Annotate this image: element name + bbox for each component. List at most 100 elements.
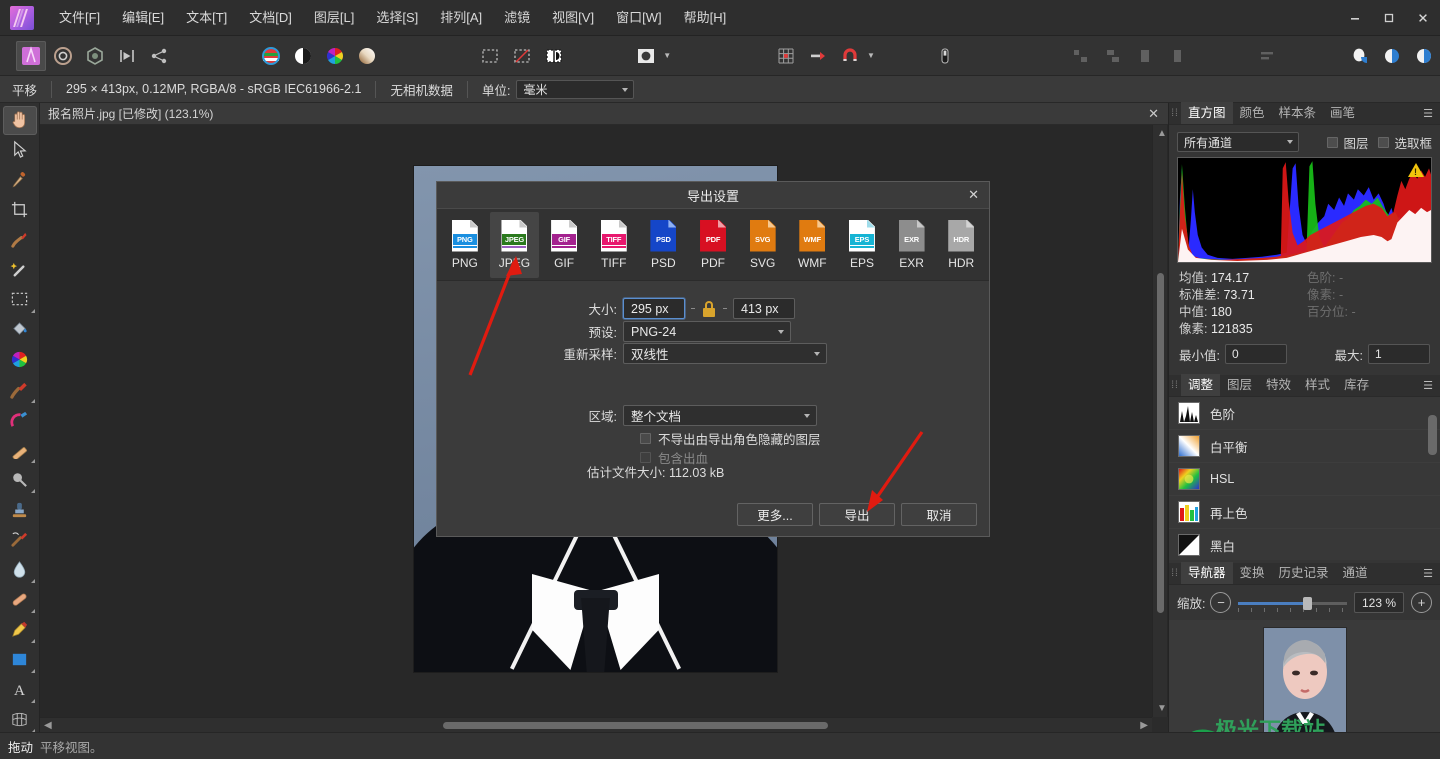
export-button[interactable]: 导出 bbox=[819, 503, 895, 526]
blend-a-icon[interactable] bbox=[1345, 41, 1375, 71]
document-tab-close-icon[interactable]: ✕ bbox=[1148, 106, 1159, 122]
panel-menu-icon[interactable]: ☰ bbox=[1423, 567, 1433, 580]
sidebar-tool-paint-brush[interactable] bbox=[3, 376, 37, 405]
zoom-value-field[interactable]: 123 % bbox=[1354, 592, 1404, 613]
adjustment-white-balance[interactable]: 白平衡 bbox=[1169, 430, 1440, 463]
align-center-icon[interactable] bbox=[1098, 41, 1128, 71]
close-button[interactable] bbox=[1406, 0, 1440, 36]
menu-file[interactable]: 文件[F] bbox=[48, 0, 111, 36]
tab-channels[interactable]: 通道 bbox=[1336, 562, 1375, 584]
photo-persona-button[interactable] bbox=[16, 41, 46, 71]
layer-checkbox-row[interactable]: 图层 bbox=[1327, 133, 1368, 152]
panel-grip-icon[interactable]: ⁞⁞ bbox=[1169, 102, 1181, 124]
minus-circle-icon[interactable]: − bbox=[1210, 592, 1231, 613]
width-input[interactable]: 295 px bbox=[623, 298, 685, 319]
tab-stock[interactable]: 库存 bbox=[1337, 374, 1376, 396]
menu-document[interactable]: 文档[D] bbox=[238, 0, 303, 36]
tab-color[interactable]: 颜色 bbox=[1233, 102, 1272, 124]
hide-layers-checkbox-row[interactable]: 不导出由导出角色隐藏的图层 bbox=[640, 429, 821, 448]
mask-icon[interactable] bbox=[631, 41, 661, 71]
tab-brushes[interactable]: 画笔 bbox=[1323, 102, 1362, 124]
adjustments-scroll-thumb[interactable] bbox=[1428, 415, 1437, 455]
scroll-left-icon[interactable]: ◀ bbox=[44, 720, 52, 731]
minimize-button[interactable] bbox=[1338, 0, 1372, 36]
sidebar-tool-view[interactable] bbox=[3, 106, 37, 135]
sidebar-tool-pen[interactable] bbox=[3, 616, 37, 645]
magnet-icon[interactable] bbox=[835, 41, 865, 71]
align-right-icon[interactable] bbox=[1130, 41, 1160, 71]
format-tiff[interactable]: TIFF TIFF bbox=[589, 212, 639, 278]
sidebar-tool-erase[interactable] bbox=[3, 436, 37, 465]
tab-layers[interactable]: 图层 bbox=[1220, 374, 1259, 396]
align-left-icon[interactable] bbox=[1066, 41, 1096, 71]
cancel-button[interactable]: 取消 bbox=[901, 503, 977, 526]
maximize-button[interactable] bbox=[1372, 0, 1406, 36]
gradient-icon[interactable] bbox=[352, 41, 382, 71]
develop-persona-button[interactable] bbox=[80, 41, 110, 71]
area-select[interactable]: 整个文档 bbox=[623, 405, 817, 426]
marquee-checkbox[interactable] bbox=[1378, 137, 1389, 148]
format-gif[interactable]: GIF GIF bbox=[539, 212, 589, 278]
format-png[interactable]: PNG PNG bbox=[440, 212, 490, 278]
horizontal-scroll-thumb[interactable] bbox=[443, 722, 828, 729]
tab-styles[interactable]: 样式 bbox=[1298, 374, 1337, 396]
marquee-icon[interactable] bbox=[475, 41, 505, 71]
vertical-scroll-thumb[interactable] bbox=[1157, 273, 1164, 613]
adjustment-black-white[interactable]: 黑白 bbox=[1169, 529, 1440, 560]
scroll-right-icon[interactable]: ▶ bbox=[1140, 720, 1148, 731]
deselect-icon[interactable] bbox=[507, 41, 537, 71]
zoom-slider-thumb[interactable] bbox=[1303, 597, 1312, 610]
menu-view[interactable]: 视图[V] bbox=[541, 0, 605, 36]
horizontal-scrollbar[interactable]: ◀ ▶ bbox=[40, 717, 1152, 732]
snap-icon[interactable] bbox=[803, 41, 833, 71]
more-button[interactable]: 更多... bbox=[737, 503, 813, 526]
vertical-scrollbar[interactable]: ▲ ▼ bbox=[1152, 125, 1167, 717]
resample-select[interactable]: 双线性 bbox=[623, 343, 827, 364]
grid-icon[interactable] bbox=[771, 41, 801, 71]
blend-b-icon[interactable] bbox=[1377, 41, 1407, 71]
sidebar-tool-marquee[interactable] bbox=[3, 286, 37, 315]
mask-dropdown-caret-icon[interactable]: ▼ bbox=[662, 41, 673, 71]
align-distribute-icon[interactable] bbox=[1162, 41, 1192, 71]
arrange-icon[interactable] bbox=[1252, 41, 1282, 71]
sidebar-tool-blur[interactable] bbox=[3, 556, 37, 585]
format-eps[interactable]: EPS EPS bbox=[837, 212, 887, 278]
panel-grip-icon[interactable]: ⁞⁞ bbox=[1169, 374, 1181, 396]
adjustment-recolor[interactable]: 再上色 bbox=[1169, 496, 1440, 529]
sidebar-tool-selection-brush[interactable] bbox=[3, 226, 37, 255]
tab-histogram[interactable]: 直方图 bbox=[1181, 102, 1233, 124]
sidebar-tool-color-replace[interactable] bbox=[3, 346, 37, 375]
sidebar-tool-color-picker[interactable] bbox=[3, 166, 37, 195]
format-hdr[interactable]: HDR HDR bbox=[936, 212, 986, 278]
tab-transform[interactable]: 变换 bbox=[1233, 562, 1272, 584]
tab-history[interactable]: 历史记录 bbox=[1272, 562, 1336, 584]
format-exr[interactable]: EXR EXR bbox=[887, 212, 937, 278]
tone-mapping-persona-button[interactable] bbox=[112, 41, 142, 71]
sidebar-tool-clone[interactable] bbox=[3, 496, 37, 525]
menu-layer[interactable]: 图层[L] bbox=[303, 0, 365, 36]
sidebar-tool-inpainting[interactable] bbox=[3, 526, 37, 555]
color-wheel-icon[interactable] bbox=[320, 41, 350, 71]
sidebar-tool-crop[interactable] bbox=[3, 196, 37, 225]
tab-navigator[interactable]: 导航器 bbox=[1181, 562, 1233, 584]
document-tab[interactable]: 报名照片.jpg [已修改] (123.1%) ✕ bbox=[40, 103, 1168, 125]
channel-select[interactable]: 所有通道 bbox=[1177, 132, 1299, 152]
export-persona-button[interactable] bbox=[144, 41, 174, 71]
dialog-close-icon[interactable]: ✕ bbox=[968, 187, 979, 203]
panel-menu-icon[interactable]: ☰ bbox=[1423, 107, 1433, 120]
pressure-icon[interactable] bbox=[930, 41, 960, 71]
sidebar-tool-dodge[interactable] bbox=[3, 466, 37, 495]
refine-selection-icon[interactable] bbox=[539, 41, 569, 71]
sidebar-tool-smudge[interactable] bbox=[3, 586, 37, 615]
sidebar-tool-shape[interactable] bbox=[3, 646, 37, 675]
preset-select[interactable]: PNG-24 bbox=[623, 321, 791, 342]
format-jpeg[interactable]: JPEG JPEG bbox=[490, 212, 540, 278]
height-input[interactable]: 413 px bbox=[733, 298, 795, 319]
adjustment-hsl[interactable]: HSL bbox=[1169, 463, 1440, 496]
lock-icon[interactable] bbox=[702, 301, 716, 317]
tab-adjustments[interactable]: 调整 bbox=[1181, 374, 1220, 396]
menu-edit[interactable]: 编辑[E] bbox=[111, 0, 175, 36]
sidebar-tool-flood-select[interactable] bbox=[3, 256, 37, 285]
panel-menu-icon[interactable]: ☰ bbox=[1423, 379, 1433, 392]
zoom-slider[interactable] bbox=[1238, 594, 1347, 612]
